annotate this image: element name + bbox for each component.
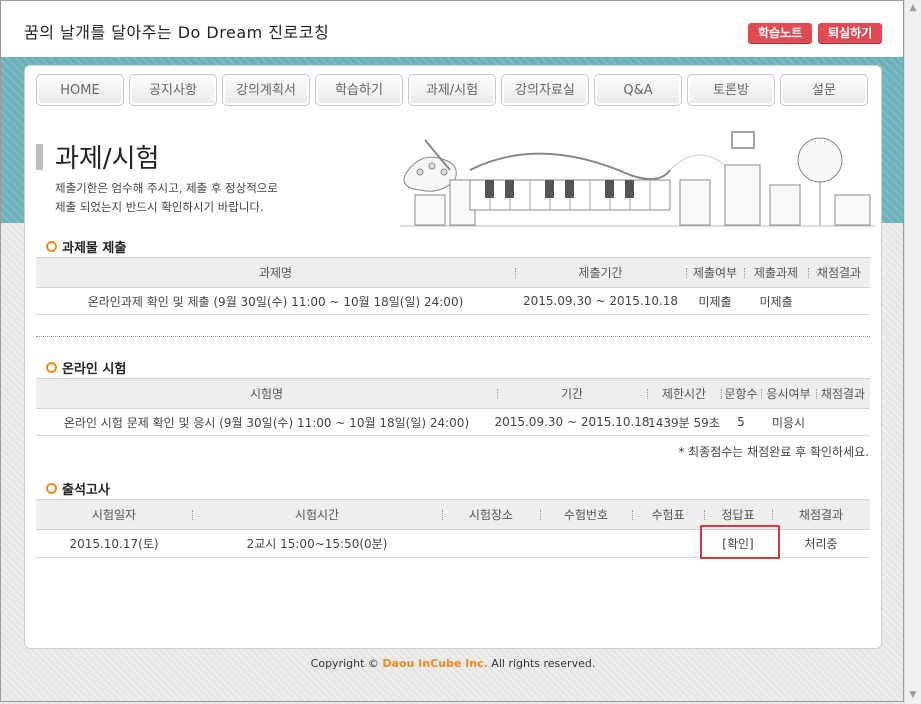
attendance-date: 2015.10.17(토) xyxy=(69,537,159,551)
col-exam-period: 기간 xyxy=(560,387,584,401)
col-assignment-name: 과제명 xyxy=(258,266,293,280)
bullet-icon xyxy=(46,483,57,494)
assignment-table-header: 과제명 제출기간 제출여부 제출과제 채점결과 xyxy=(36,257,870,288)
col-exam-result: 채점결과 xyxy=(820,387,866,401)
exam-taken-status: 미응시 xyxy=(771,415,806,430)
company-name: Daou InCube Inc. xyxy=(382,657,488,670)
tab-assignment-exam[interactable]: 과제/시험 xyxy=(408,74,496,106)
col-attendance-result: 채점결과 xyxy=(798,508,844,522)
col-grading-result: 채점결과 xyxy=(816,266,862,280)
tab-discussion[interactable]: 토론방 xyxy=(687,74,775,106)
vertical-scrollbar[interactable]: ▲ ▼ xyxy=(904,0,921,704)
assignment-name[interactable]: 온라인과제 확인 및 제출 (9월 30일(수) 11:00 ~ 10월 18일… xyxy=(36,288,515,314)
assignment-section-title: 과제물 제출 xyxy=(46,237,126,256)
exam-name[interactable]: 온라인 시험 문제 확인 및 응시 (9월 30일(수) 11:00 ~ 10월… xyxy=(36,409,497,435)
copyright-suffix: All rights reserved. xyxy=(491,657,596,670)
bullet-icon xyxy=(46,362,57,373)
tab-syllabus[interactable]: 강의계획서 xyxy=(222,74,310,106)
bullet-icon xyxy=(46,241,57,252)
table-row: 온라인과제 확인 및 제출 (9월 30일(수) 11:00 ~ 10월 18일… xyxy=(36,288,870,315)
col-exam-time: 시험시간 xyxy=(294,508,340,522)
highlight-box xyxy=(700,525,780,559)
attendance-ticket xyxy=(632,530,704,557)
tab-study[interactable]: 학습하기 xyxy=(315,74,403,106)
col-exam-date: 시험일자 xyxy=(91,508,137,522)
attendance-number xyxy=(540,530,632,557)
attendance-place xyxy=(442,530,540,557)
exam-period: 2015.09.30 ~ 2015.10.18 xyxy=(494,415,650,429)
exam-section-title: 온라인 시험 xyxy=(46,358,126,377)
col-submit-status: 제출여부 xyxy=(692,266,738,280)
page-title: 과제/시험 xyxy=(55,144,160,174)
scroll-down-icon[interactable]: ▼ xyxy=(905,687,921,704)
study-note-button[interactable]: 학습노트 xyxy=(748,23,813,43)
tab-notice[interactable]: 공지사항 xyxy=(129,74,217,106)
tab-materials[interactable]: 강의자료실 xyxy=(501,74,589,106)
section-divider xyxy=(36,336,870,337)
copyright-prefix: Copyright © xyxy=(310,657,379,670)
attendance-section-title: 출석고사 xyxy=(46,479,110,498)
col-exam-name: 시험명 xyxy=(249,387,284,401)
assignment-status: 미제출 xyxy=(698,294,732,309)
site-header: 꿈의 날개를 달아주는 Do Dream 진로코칭 학습노트 퇴실하기 xyxy=(1,1,903,57)
scroll-up-icon[interactable]: ▲ xyxy=(905,0,921,17)
header-illustration xyxy=(400,131,875,227)
col-admission-ticket: 수험표 xyxy=(651,508,685,522)
table-row: 온라인 시험 문제 확인 및 응시 (9월 30일(수) 11:00 ~ 10월… xyxy=(36,409,870,436)
tab-survey[interactable]: 설문 xyxy=(780,74,868,106)
logout-button[interactable]: 퇴실하기 xyxy=(818,23,883,43)
col-time-limit: 제한시간 xyxy=(661,387,707,401)
browser-frame: 꿈의 날개를 달아주는 Do Dream 진로코칭 학습노트 퇴실하기 HOME… xyxy=(0,0,904,702)
col-question-count: 문항수 xyxy=(724,387,758,401)
exam-section-label: 온라인 시험 xyxy=(62,362,127,377)
assignment-period: 2015.09.30 ~ 2015.10.18 xyxy=(522,294,679,308)
attendance-time: 2교시 15:00~15:50(0분) xyxy=(246,537,388,551)
content-panel: HOME 공지사항 강의계획서 학습하기 과제/시험 강의자료실 Q&A 토론방… xyxy=(24,65,882,649)
title-marker xyxy=(36,144,43,170)
assignment-result xyxy=(808,288,870,314)
site-title: 꿈의 날개를 달아주는 Do Dream 진로코칭 xyxy=(24,23,330,42)
exam-table-header: 시험명 기간 제한시간 문항수 응시여부 채점결과 xyxy=(36,378,870,409)
assignment-section-label: 과제물 제출 xyxy=(62,241,127,256)
assignment-table: 과제명 제출기간 제출여부 제출과제 채점결과 온라인과제 확인 및 제출 (9… xyxy=(36,257,870,315)
score-notice: * 최종점수는 채점완료 후 확인하세요. xyxy=(678,445,869,459)
exam-question-count: 5 xyxy=(737,415,745,429)
tab-qna[interactable]: Q&A xyxy=(594,74,682,106)
col-exam-number: 수험번호 xyxy=(563,508,609,522)
attendance-section-label: 출석고사 xyxy=(62,483,110,498)
col-submit-period: 제출기간 xyxy=(578,266,623,280)
exam-table: 시험명 기간 제한시간 문항수 응시여부 채점결과 온라인 시험 문제 확인 및… xyxy=(36,378,870,436)
col-exam-place: 시험장소 xyxy=(468,508,514,522)
footer: Copyright © Daou InCube Inc. All rights … xyxy=(1,657,903,670)
attendance-result: 처리중 xyxy=(804,537,838,551)
exam-time-limit: 1439분 59초 xyxy=(648,415,720,430)
tab-home[interactable]: HOME xyxy=(36,74,124,106)
col-taken-status: 응시여부 xyxy=(766,387,811,401)
page-description: 제출기한은 엄수해 주시고, 제출 후 정상적으로 제출 되었는지 반드시 확인… xyxy=(55,181,278,214)
assignment-file: 미제출 xyxy=(759,294,793,309)
exam-result xyxy=(816,409,870,435)
col-submitted-file: 제출과제 xyxy=(753,266,799,280)
